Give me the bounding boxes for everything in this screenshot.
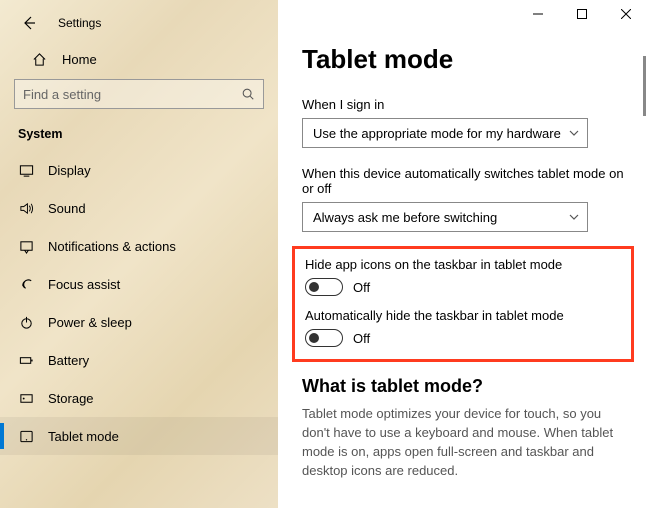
notifications-icon	[18, 238, 34, 254]
sidebar-item-sound[interactable]: Sound	[0, 189, 278, 227]
home-icon	[32, 52, 48, 67]
sidebar-item-focus-assist[interactable]: Focus assist	[0, 265, 278, 303]
dropdown-value: Use the appropriate mode for my hardware	[313, 126, 561, 141]
storage-icon	[18, 390, 34, 406]
sidebar-item-tablet-mode[interactable]: Tablet mode	[0, 417, 278, 455]
toggle-label: Automatically hide the taskbar in tablet…	[305, 308, 621, 323]
close-button[interactable]	[604, 0, 648, 28]
description: Tablet mode optimizes your device for to…	[302, 405, 624, 480]
chevron-down-icon	[569, 212, 579, 222]
sidebar-item-label: Tablet mode	[48, 429, 119, 444]
sidebar-item-label: Power & sleep	[48, 315, 132, 330]
toggle-label: Hide app icons on the taskbar in tablet …	[305, 257, 621, 272]
back-button[interactable]	[18, 12, 40, 34]
focus-assist-icon	[18, 276, 34, 292]
nav-home-label: Home	[62, 52, 97, 67]
sidebar-item-battery[interactable]: Battery	[0, 341, 278, 379]
sidebar-item-notifications[interactable]: Notifications & actions	[0, 227, 278, 265]
sidebar-item-storage[interactable]: Storage	[0, 379, 278, 417]
hide-icons-toggle[interactable]	[305, 278, 343, 296]
search-icon	[241, 87, 255, 101]
tablet-icon	[18, 428, 34, 444]
sidebar: Settings Home System Display Sound	[0, 0, 278, 508]
sound-icon	[18, 200, 34, 216]
power-icon	[18, 314, 34, 330]
sidebar-item-display[interactable]: Display	[0, 151, 278, 189]
dropdown-value: Always ask me before switching	[313, 210, 497, 225]
main-content: Tablet mode When I sign in Use the appro…	[278, 0, 648, 508]
section-label: System	[0, 123, 278, 151]
hide-taskbar-toggle[interactable]	[305, 329, 343, 347]
switch-dropdown[interactable]: Always ask me before switching	[302, 202, 588, 232]
highlight-box: Hide app icons on the taskbar in tablet …	[292, 246, 634, 362]
sidebar-item-label: Sound	[48, 201, 86, 216]
toggle-state: Off	[353, 331, 370, 346]
sidebar-item-label: Storage	[48, 391, 94, 406]
scrollbar[interactable]	[643, 56, 646, 116]
sidebar-item-label: Battery	[48, 353, 89, 368]
battery-icon	[18, 352, 34, 368]
signin-label: When I sign in	[302, 97, 624, 112]
toggle-state: Off	[353, 280, 370, 295]
chevron-down-icon	[569, 128, 579, 138]
sidebar-item-label: Focus assist	[48, 277, 120, 292]
display-icon	[18, 162, 34, 178]
minimize-button[interactable]	[516, 0, 560, 28]
switch-label: When this device automatically switches …	[302, 166, 624, 196]
sidebar-item-label: Display	[48, 163, 91, 178]
sidebar-item-label: Notifications & actions	[48, 239, 176, 254]
sidebar-item-power-sleep[interactable]: Power & sleep	[0, 303, 278, 341]
search-input[interactable]	[14, 79, 264, 109]
maximize-button[interactable]	[560, 0, 604, 28]
nav-home[interactable]: Home	[0, 42, 278, 79]
page-title: Tablet mode	[302, 44, 624, 75]
sub-heading: What is tablet mode?	[302, 376, 624, 397]
window-title: Settings	[58, 16, 101, 30]
signin-dropdown[interactable]: Use the appropriate mode for my hardware	[302, 118, 588, 148]
